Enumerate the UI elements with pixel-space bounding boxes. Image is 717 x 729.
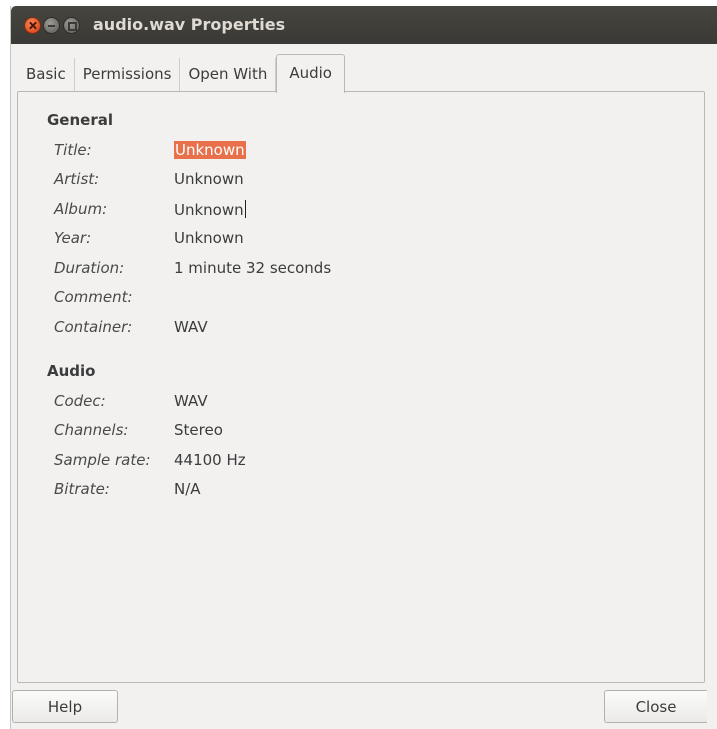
- codec-value[interactable]: WAV: [174, 392, 208, 410]
- tab-permissions[interactable]: Permissions: [75, 58, 181, 92]
- sample-rate-label: Sample rate:: [54, 451, 151, 469]
- duration-label: Duration:: [54, 259, 125, 277]
- album-value[interactable]: Unknown: [174, 200, 246, 219]
- sample-rate-value[interactable]: 44100 Hz: [174, 451, 246, 469]
- container-value[interactable]: WAV: [174, 318, 208, 336]
- general-heading: General: [47, 111, 113, 129]
- year-value[interactable]: Unknown: [174, 229, 244, 247]
- title-label: Title:: [54, 141, 92, 159]
- window-maximize-icon[interactable]: [63, 17, 80, 34]
- tab-basic[interactable]: Basic: [18, 58, 75, 92]
- window-title: audio.wav Properties: [93, 15, 286, 34]
- codec-label: Codec:: [54, 392, 106, 410]
- channels-value[interactable]: Stereo: [174, 421, 223, 439]
- artist-value[interactable]: Unknown: [174, 170, 244, 188]
- container-label: Container:: [54, 318, 133, 336]
- duration-value[interactable]: 1 minute 32 seconds: [174, 259, 331, 277]
- audio-tab-panel: General Title: Unknown Artist: Unknown A…: [17, 91, 705, 683]
- bitrate-label: Bitrate:: [54, 480, 110, 498]
- tab-audio[interactable]: Audio: [276, 54, 345, 93]
- audio-heading: Audio: [47, 362, 96, 380]
- title-bar[interactable]: audio.wav Properties: [11, 6, 717, 44]
- text-cursor: [244, 200, 246, 218]
- window-minimize-icon[interactable]: [43, 17, 60, 34]
- album-value-text: Unknown: [174, 201, 244, 219]
- album-label: Album:: [54, 200, 108, 218]
- artist-label: Artist:: [54, 170, 100, 188]
- help-button[interactable]: Help: [12, 690, 118, 723]
- year-label: Year:: [54, 229, 92, 247]
- comment-label: Comment:: [54, 288, 133, 306]
- window-close-icon[interactable]: [24, 17, 41, 34]
- tab-bar: Basic Permissions Open With Audio: [18, 54, 345, 93]
- tab-open-with[interactable]: Open With: [180, 58, 277, 92]
- bitrate-value[interactable]: N/A: [174, 480, 201, 498]
- close-button[interactable]: Close: [604, 690, 707, 723]
- channels-label: Channels:: [54, 421, 129, 439]
- title-value[interactable]: Unknown: [174, 141, 246, 159]
